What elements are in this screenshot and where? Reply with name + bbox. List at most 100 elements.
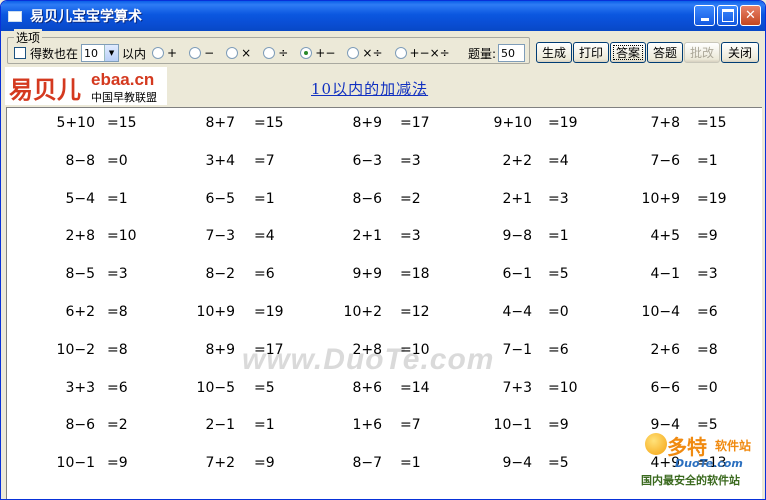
problem-answer: =9 xyxy=(697,228,718,245)
op-label-mul: × xyxy=(241,46,252,60)
problem-answer: =1 xyxy=(697,152,718,169)
problem-question: 9−8 xyxy=(502,228,532,245)
problem-question: 7−6 xyxy=(650,152,680,169)
op-radio-add-sub[interactable] xyxy=(300,47,313,59)
problem-question: 8−8 xyxy=(65,152,95,169)
problem-question: 5+10 xyxy=(56,115,95,131)
problem-question: 8−5 xyxy=(65,266,95,283)
sheet-heading-link[interactable]: 10以内的加减法 xyxy=(311,78,428,99)
problem-question: 8+7 xyxy=(205,115,235,131)
problem-answer: =6 xyxy=(697,304,718,320)
problem-question: 6−3 xyxy=(352,152,382,169)
problem-question: 9−4 xyxy=(502,455,532,472)
limit-value: 10 xyxy=(84,46,99,60)
answer-questions-button[interactable]: 答题 xyxy=(647,42,683,63)
problem-question: 8−6 xyxy=(65,417,95,434)
problem-answer: =3 xyxy=(697,266,718,283)
chevron-down-icon[interactable]: ▼ xyxy=(104,45,119,61)
corner-watermark-logo: 多特 软件站 DuoTe.com 国内最安全的软件站 xyxy=(641,429,765,499)
within-label: 以内 xyxy=(122,46,147,61)
problem-question: 3+3 xyxy=(65,379,95,396)
problem-question: 8+9 xyxy=(352,115,382,131)
op-label-div: ÷ xyxy=(278,46,289,60)
app-icon xyxy=(8,10,22,22)
corner-top-text: 多特 xyxy=(667,435,707,459)
op-label-add-sub: +− xyxy=(315,46,336,60)
problem-question: 4−4 xyxy=(502,304,532,320)
problem-answer: =8 xyxy=(697,341,718,358)
problem-question: 8−7 xyxy=(352,455,382,472)
problem-question: 10−4 xyxy=(641,304,680,320)
problem-question: 7+8 xyxy=(650,115,680,131)
op-radio-sub[interactable] xyxy=(189,47,202,59)
logo-ball-icon xyxy=(645,433,667,455)
corner-top-tail-text: 软件站 xyxy=(715,439,752,453)
problem-question: 7+3 xyxy=(502,379,532,396)
generate-button[interactable]: 生成 xyxy=(536,42,572,63)
logo-en: ebaa.cn xyxy=(91,70,155,89)
problem-question: 6−1 xyxy=(502,266,532,283)
problem-question: 10+9 xyxy=(641,190,680,207)
corner-mid-text: DuoTe.com xyxy=(675,457,743,470)
options-row: 得数也在 10 ▼ 以内 + − × ÷ +− ×÷ +−×÷ xyxy=(14,44,456,62)
limit-select[interactable]: 10 ▼ xyxy=(81,44,120,62)
problem-question: 2−1 xyxy=(205,417,235,434)
print-button[interactable]: 打印 xyxy=(573,42,609,63)
problem-question: 9+9 xyxy=(352,266,382,283)
window-title: 易贝儿宝宝学算术 xyxy=(30,9,142,25)
count-label: 题量: xyxy=(468,46,497,61)
result-within-checkbox[interactable] xyxy=(14,47,26,59)
problem-question: 9+10 xyxy=(493,115,532,131)
window-controls: ✕ xyxy=(694,5,761,26)
op-radio-all[interactable] xyxy=(394,47,407,59)
corner-bottom-text: 国内最安全的软件站 xyxy=(641,474,740,487)
problem-question: 3+4 xyxy=(205,152,235,169)
problem-question: 8−2 xyxy=(205,266,235,283)
app-window: 易贝儿宝宝学算术 ✕ 选项 得数也在 10 ▼ 以内 + − × ÷ +− ×÷… xyxy=(0,0,766,500)
op-label-all: +−×÷ xyxy=(409,46,450,60)
title-bar[interactable]: 易贝儿宝宝学算术 ✕ xyxy=(1,1,765,31)
problem-question: 2+6 xyxy=(650,341,680,358)
close-button[interactable]: 关闭 xyxy=(721,42,759,63)
close-window-button[interactable]: ✕ xyxy=(740,5,761,26)
question-count: 题量: 50 xyxy=(468,44,526,62)
problem-question: 4+5 xyxy=(650,228,680,245)
problem-question: 4−1 xyxy=(650,266,680,283)
problem-question: 7−1 xyxy=(502,341,532,358)
op-label-sub: − xyxy=(204,46,215,60)
problem-question: 7−3 xyxy=(205,228,235,245)
problem-question: 2+8 xyxy=(65,228,95,245)
op-radio-mul[interactable] xyxy=(226,47,239,59)
options-group: 选项 得数也在 10 ▼ 以内 + − × ÷ +− ×÷ +−×÷ xyxy=(7,29,530,64)
op-label-add: + xyxy=(167,46,178,60)
answer-button[interactable]: 答案 xyxy=(610,42,646,63)
problem-question: 6−6 xyxy=(650,379,680,396)
problem-question: 10−5 xyxy=(196,379,235,396)
problem-question: 7+2 xyxy=(205,455,235,472)
problem-question: 10−1 xyxy=(56,455,95,472)
problem-question: 10−1 xyxy=(493,417,532,434)
problem-question: 10+9 xyxy=(196,304,235,320)
op-label-mul-div: ×÷ xyxy=(362,46,383,60)
brand-logo: 易贝儿 ebaa.cn 中国早教联盟 xyxy=(5,67,167,105)
op-radio-mul-div[interactable] xyxy=(347,47,360,59)
problem-question: 1+6 xyxy=(352,417,382,434)
logo-cn: 易贝儿 xyxy=(9,75,81,104)
problem-question: 2+1 xyxy=(352,228,382,245)
problem-question: 8+9 xyxy=(205,341,235,358)
problem-question: 2+8 xyxy=(352,341,382,358)
op-radio-div[interactable] xyxy=(263,47,276,59)
grade-button: 批改 xyxy=(684,42,720,63)
problem-question: 10+2 xyxy=(343,304,382,320)
result-within-label: 得数也在 xyxy=(30,46,79,61)
maximize-button[interactable] xyxy=(717,5,738,26)
minimize-button[interactable] xyxy=(694,5,715,26)
problem-question: 6+2 xyxy=(65,304,95,320)
op-radio-add[interactable] xyxy=(152,47,165,59)
problem-question: 2+1 xyxy=(502,190,532,207)
problem-answer: =15 xyxy=(697,115,727,131)
problem-question: 2+2 xyxy=(502,152,532,169)
count-input[interactable]: 50 xyxy=(498,44,526,62)
problem-question: 6−5 xyxy=(205,190,235,207)
problem-question: 8−6 xyxy=(352,190,382,207)
